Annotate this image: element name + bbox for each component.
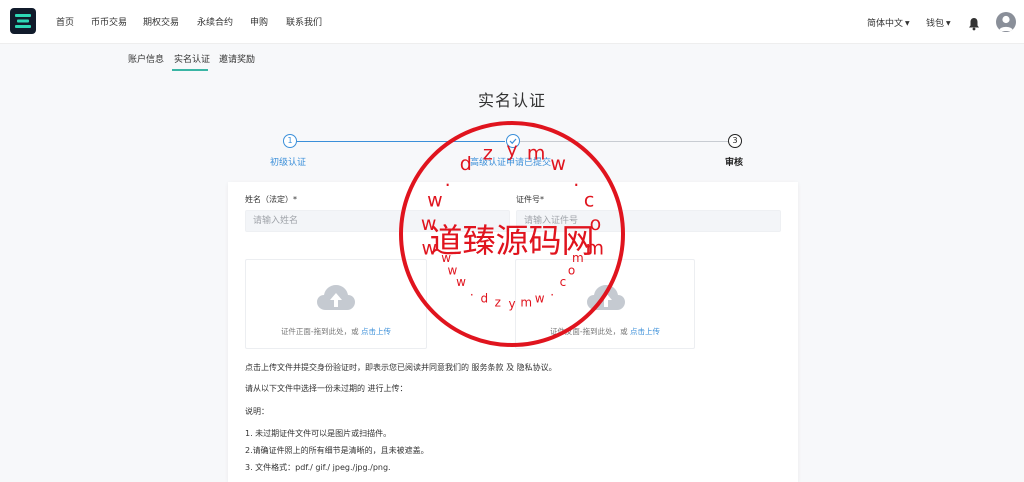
chevron-down-icon: ▼ bbox=[946, 20, 951, 27]
note-item: 3. 文件格式：pdf./ gif./ jpeg./jpg./png. bbox=[245, 463, 391, 472]
logo-icon bbox=[15, 14, 31, 28]
logo[interactable] bbox=[10, 8, 36, 34]
upload-back-hint: 证件反面-拖到此处，或 点击上传 bbox=[549, 327, 661, 336]
nav-options-trading[interactable]: 期权交易 bbox=[143, 15, 179, 28]
tab-real-name-verification[interactable]: 实名认证 bbox=[174, 52, 210, 65]
step-1-circle: 1 bbox=[283, 134, 297, 148]
notes-title: 说明： bbox=[245, 407, 269, 416]
privacy-link[interactable]: 隐私协议。 bbox=[517, 363, 557, 372]
top-nav: 首页 币币交易 期权交易 永续合约 申购 联系我们 简体中文 ▼ 钱包 ▼ bbox=[0, 0, 1024, 44]
select-prompt: 请从以下文件中选择一份未过期的 进行上传： bbox=[245, 384, 408, 393]
step-connector-2 bbox=[520, 141, 728, 142]
name-label: 姓名（法定）* bbox=[245, 195, 297, 204]
nav-perpetual-contracts[interactable]: 永续合约 bbox=[197, 15, 233, 28]
id-number-label: 证件号* bbox=[516, 195, 544, 204]
tab-invite-rewards[interactable]: 邀请奖励 bbox=[219, 52, 255, 65]
name-input[interactable] bbox=[245, 210, 510, 232]
step-3-circle: 3 bbox=[728, 134, 742, 148]
cloud-upload-icon bbox=[317, 285, 355, 310]
avatar[interactable] bbox=[996, 12, 1016, 32]
nav-contact-us[interactable]: 联系我们 bbox=[286, 15, 322, 28]
language-dropdown[interactable]: 简体中文 ▼ bbox=[867, 16, 910, 29]
nav-subscription[interactable]: 申购 bbox=[250, 15, 268, 28]
step-1-label: 初级认证 bbox=[270, 158, 307, 168]
nav-home[interactable]: 首页 bbox=[56, 15, 74, 28]
chevron-down-icon: ▼ bbox=[905, 20, 910, 27]
terms-link[interactable]: 服务条款 bbox=[472, 363, 504, 372]
active-tab-indicator bbox=[172, 69, 208, 71]
check-icon bbox=[509, 138, 517, 145]
upload-front-link[interactable]: 点击上传 bbox=[361, 327, 391, 336]
step-3-label: 审核 bbox=[725, 158, 744, 168]
page-title: 实名认证 bbox=[477, 91, 546, 110]
tab-account-info[interactable]: 账户信息 bbox=[128, 52, 164, 65]
bell-icon[interactable] bbox=[968, 17, 980, 31]
language-label: 简体中文 bbox=[867, 19, 904, 29]
account-subnav: 账户信息 实名认证 邀请奖励 bbox=[0, 44, 1024, 72]
wallet-dropdown[interactable]: 钱包 ▼ bbox=[926, 16, 951, 29]
step-2-label: 高级认证申请已提交 bbox=[470, 158, 552, 168]
id-number-input[interactable] bbox=[516, 210, 781, 232]
nav-spot-trading[interactable]: 币币交易 bbox=[91, 15, 127, 28]
step-connector-1 bbox=[297, 141, 505, 142]
upload-back-link[interactable]: 点击上传 bbox=[630, 327, 660, 336]
agreement-text: 点击上传文件并提交身份验证时，即表示您已阅读并同意我们的 服务条款 及 隐私协议… bbox=[245, 363, 557, 372]
wallet-label: 钱包 bbox=[926, 19, 945, 29]
note-item: 2.请确证件照上的所有细节是清晰的，且未被遮盖。 bbox=[245, 446, 429, 455]
upload-front-hint: 证件正面-拖到此处，或 点击上传 bbox=[280, 327, 392, 336]
upload-id-front[interactable]: 证件正面-拖到此处，或 点击上传 bbox=[245, 259, 427, 349]
note-item: 1. 未过期证件文件可以是图片或扫描件。 bbox=[245, 429, 392, 438]
watermark-ring-char: w bbox=[550, 153, 566, 175]
step-2-circle bbox=[506, 134, 520, 148]
upload-id-back[interactable]: 证件反面-拖到此处，或 点击上传 bbox=[515, 259, 695, 349]
user-icon bbox=[999, 15, 1013, 31]
cloud-upload-icon bbox=[587, 285, 625, 310]
